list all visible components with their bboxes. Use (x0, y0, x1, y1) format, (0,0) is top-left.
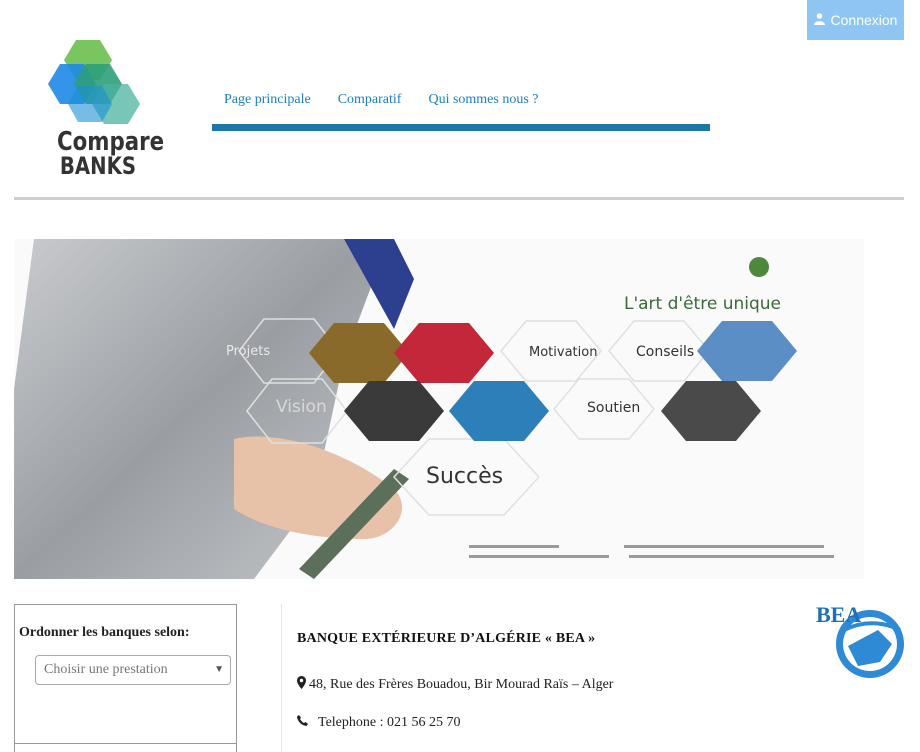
bank-phone-text: Telephone : 021 56 25 70 (318, 715, 461, 730)
logo-wordmark: Compare BANKS (57, 127, 165, 180)
banner-word-projets: Projets (226, 344, 270, 359)
nav-page-principale[interactable]: Page principale (224, 92, 311, 108)
bea-logo: BEA (814, 600, 908, 684)
banner-word-vision: Vision (276, 397, 327, 417)
bank-phone: Telephone : 021 56 25 70 (297, 715, 461, 731)
header-divider (14, 197, 904, 200)
banner-word-motivation: Motivation (529, 345, 597, 360)
hero-banner: L'art d'être unique Projets Motivation C… (14, 239, 864, 579)
content-divider (281, 604, 282, 752)
connexion-button[interactable]: Connexion (807, 0, 904, 40)
sort-panel-divider (15, 743, 236, 744)
bank-address: 48, Rue des Frères Bouadou, Bir Mourad R… (297, 676, 613, 694)
banner-image: L'art d'être unique Projets Motivation C… (14, 239, 864, 579)
compare-banks-logo[interactable]: Compare BANKS (48, 38, 165, 188)
nav-comparatif[interactable]: Comparatif (338, 92, 402, 108)
nav-qui-sommes-nous[interactable]: Qui sommes nous ? (428, 92, 538, 108)
caret-down-icon: ▼ (214, 664, 224, 675)
nav-underline-bar (212, 124, 710, 131)
banner-word-conseils: Conseils (636, 344, 694, 360)
user-icon (813, 12, 825, 28)
connexion-label: Connexion (830, 12, 898, 28)
prestation-select-value: Choisir une prestation (44, 662, 168, 677)
logo-line-banks: BANKS (59, 152, 137, 180)
prestation-select[interactable]: Choisir une prestation ▼ (35, 655, 231, 685)
bea-logo-text: BEA (816, 602, 861, 627)
banner-word-soutien: Soutien (587, 400, 640, 416)
banner-word-succes: Succès (426, 464, 503, 489)
banner-tagline: L'art d'être unique (624, 294, 781, 314)
bank-address-text: 48, Rue des Frères Bouadou, Bir Mourad R… (309, 677, 614, 692)
logo-hexagons (48, 40, 140, 124)
map-marker-icon (297, 676, 306, 694)
sort-panel: Ordonner les banques selon: Choisir une … (14, 604, 237, 752)
logo-line-compare: Compare (57, 127, 165, 157)
bank-name: BANQUE EXTÉRIEURE D’ALGÉRIE « BEA » (297, 631, 596, 646)
sort-label: Ordonner les banques selon: (19, 625, 190, 640)
phone-icon (297, 715, 308, 731)
main-nav: Page principale Comparatif Qui sommes no… (212, 92, 539, 108)
